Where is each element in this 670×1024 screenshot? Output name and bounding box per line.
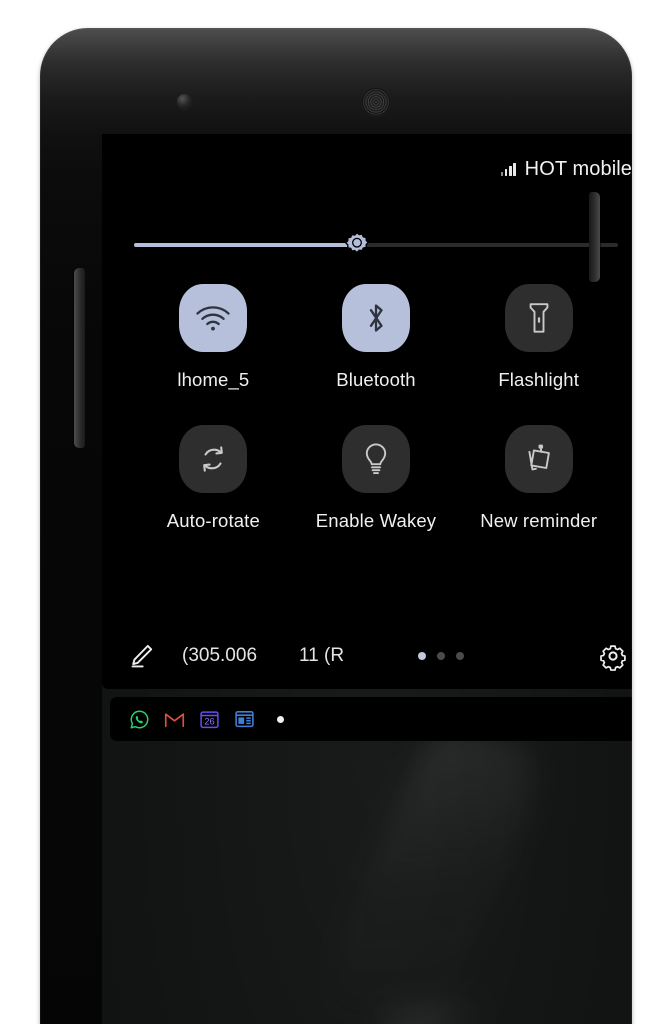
- tile-label: New reminder: [480, 510, 598, 531]
- tile-label: Auto-rotate: [166, 510, 260, 531]
- quick-settings-tiles: lhome_5 Bluetooth Flashlight Auto-rotate…: [132, 284, 620, 532]
- quick-settings-panel: HOT mobile lhome_5 Bluetooth Flashlight …: [102, 134, 632, 689]
- page-dot[interactable]: [437, 652, 445, 660]
- flashlight-icon[interactable]: [504, 284, 573, 352]
- phone-body-sheen: [40, 28, 632, 138]
- tile-label: lhome_5: [177, 369, 250, 390]
- news-widget-icon[interactable]: [233, 708, 255, 730]
- gmail-icon[interactable]: [163, 708, 185, 730]
- status-bar: HOT mobile: [500, 156, 632, 182]
- whatsapp-icon[interactable]: [128, 708, 150, 730]
- front-camera-icon: [177, 94, 192, 109]
- calendar-icon[interactable]: 26: [198, 708, 220, 730]
- wifi-icon[interactable]: [179, 284, 248, 352]
- brightness-sun-icon[interactable]: [343, 231, 371, 259]
- tile-wifi[interactable]: lhome_5: [132, 284, 295, 391]
- page-dot[interactable]: [456, 652, 464, 660]
- calendar-day: 26: [204, 716, 214, 726]
- tile-bluetooth[interactable]: Bluetooth: [295, 284, 458, 391]
- page-label: 11 (R: [299, 645, 345, 666]
- edit-pencil-icon[interactable]: [126, 641, 156, 671]
- power-button[interactable]: [589, 192, 600, 282]
- quick-settings-footer: 305.006) 11 (R: [102, 623, 632, 689]
- volume-rocker-button[interactable]: [74, 268, 85, 448]
- screenshot-root: HOT mobile lhome_5 Bluetooth Flashlight …: [0, 0, 670, 1024]
- lightbulb-icon[interactable]: [341, 425, 410, 493]
- phone-screen: HOT mobile lhome_5 Bluetooth Flashlight …: [102, 134, 632, 1024]
- gear-icon[interactable]: [598, 641, 628, 671]
- earpiece-speaker-icon: [362, 88, 390, 116]
- brightness-slider[interactable]: [134, 230, 618, 260]
- auto-rotate-icon[interactable]: [179, 425, 248, 493]
- page-indicator-dots[interactable]: [418, 652, 464, 660]
- brightness-fill: [134, 243, 357, 247]
- signal-bars-icon: [500, 162, 516, 176]
- tile-enable-wakey[interactable]: Enable Wakey: [295, 425, 458, 532]
- notification-strip[interactable]: 26: [110, 697, 632, 741]
- tile-flashlight[interactable]: Flashlight: [457, 284, 620, 391]
- page-label-wrap: 11 (R: [299, 645, 344, 667]
- carrier-label: HOT mobile: [524, 157, 632, 180]
- tile-new-reminder[interactable]: New reminder: [457, 425, 620, 532]
- page-dot[interactable]: [418, 652, 426, 660]
- version-label: 305.006): [182, 645, 258, 666]
- bluetooth-icon[interactable]: [341, 284, 410, 352]
- more-notifications-dot: [277, 715, 284, 723]
- phone-body: HOT mobile lhome_5 Bluetooth Flashlight …: [40, 28, 632, 1024]
- sticky-notes-icon[interactable]: [504, 425, 573, 493]
- tile-label: Enable Wakey: [315, 510, 437, 531]
- tile-auto-rotate[interactable]: Auto-rotate: [132, 425, 295, 532]
- tile-label: Flashlight: [498, 369, 579, 390]
- tile-label: Bluetooth: [336, 369, 416, 390]
